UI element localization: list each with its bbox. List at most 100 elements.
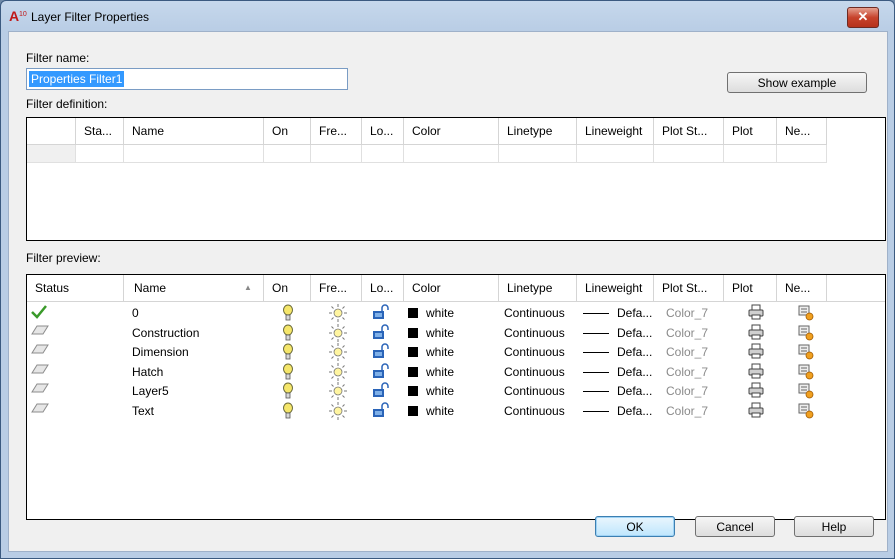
current-layer-check-icon[interactable] (31, 305, 47, 324)
layer-color[interactable]: white (408, 343, 454, 362)
close-button[interactable]: ✕ (847, 7, 879, 28)
def-col-plot[interactable]: Plot (724, 118, 777, 144)
layer-plot-style[interactable]: Color_7 (666, 304, 708, 323)
filter-preview-grid[interactable]: Status Name ▲ On Fre... Lo... Color Line… (26, 274, 886, 520)
layer-plot-style[interactable]: Color_7 (666, 363, 708, 382)
layer-color[interactable]: white (408, 363, 454, 382)
lightbulb-on-icon[interactable] (282, 402, 294, 421)
table-row[interactable]: Construction white Continuous Defa... Color_… (27, 323, 885, 344)
lightbulb-on-icon[interactable] (282, 304, 294, 323)
unlock-icon[interactable] (372, 304, 390, 323)
prev-col-linetype[interactable]: Linetype (499, 275, 577, 301)
layer-icon[interactable] (31, 403, 49, 422)
prev-col-plot-style[interactable]: Plot St... (654, 275, 724, 301)
def-cell-plot[interactable] (724, 145, 777, 163)
layer-name[interactable]: Dimension (132, 343, 189, 362)
new-vp-freeze-icon[interactable] (797, 343, 815, 362)
layer-linetype[interactable]: Continuous (504, 382, 565, 401)
unlock-icon[interactable] (372, 323, 390, 343)
lightbulb-on-icon[interactable] (282, 363, 294, 382)
def-col-name[interactable]: Name (124, 118, 264, 144)
def-col-new-vp-freeze[interactable]: Ne... (777, 118, 827, 144)
def-col-plot-style[interactable]: Plot St... (654, 118, 724, 144)
lightbulb-on-icon[interactable] (282, 343, 294, 362)
layer-linetype[interactable]: Continuous (504, 402, 565, 421)
unlock-icon[interactable] (372, 401, 390, 421)
layer-lineweight[interactable]: Defa... (577, 402, 652, 421)
def-col-on[interactable]: On (264, 118, 311, 144)
new-vp-freeze-icon[interactable] (797, 363, 815, 382)
printer-icon[interactable] (747, 343, 765, 362)
new-vp-freeze-icon[interactable] (797, 304, 815, 323)
layer-icon[interactable] (31, 344, 49, 363)
lightbulb-on-icon[interactable] (282, 382, 294, 401)
layer-icon[interactable] (31, 383, 49, 402)
layer-name[interactable]: 0 (132, 304, 139, 323)
layer-color[interactable]: white (408, 324, 454, 343)
prev-col-status[interactable]: Status (27, 275, 124, 301)
layer-linetype[interactable]: Continuous (504, 304, 565, 323)
layer-lineweight[interactable]: Defa... (577, 324, 652, 343)
table-row[interactable]: Dimension white Continuous Defa... Color_7 (27, 343, 885, 362)
printer-icon[interactable] (747, 402, 765, 421)
def-col-linetype[interactable]: Linetype (499, 118, 577, 144)
layer-linetype[interactable]: Continuous (504, 363, 565, 382)
def-col-lineweight[interactable]: Lineweight (577, 118, 654, 144)
layer-plot-style[interactable]: Color_7 (666, 382, 708, 401)
table-row[interactable]: Text white Continuous Defa... Color_7 (27, 401, 885, 422)
def-cell-status[interactable] (76, 145, 124, 163)
prev-col-freeze[interactable]: Fre... (311, 275, 362, 301)
layer-name[interactable]: Hatch (132, 363, 163, 382)
layer-name[interactable]: Layer5 (132, 382, 169, 401)
printer-icon[interactable] (747, 304, 765, 323)
layer-icon[interactable] (31, 325, 49, 344)
layer-plot-style[interactable]: Color_7 (666, 402, 708, 421)
def-cell-plot-style[interactable] (654, 145, 724, 163)
prev-col-name[interactable]: Name ▲ (124, 275, 264, 301)
layer-name[interactable]: Construction (132, 324, 199, 343)
prev-col-lock[interactable]: Lo... (362, 275, 404, 301)
def-col-color[interactable]: Color (404, 118, 499, 144)
table-row[interactable]: Layer5 white Continuous Defa... Color_7 (27, 382, 885, 401)
def-cell-freeze[interactable] (311, 145, 362, 163)
layer-color[interactable]: white (408, 304, 454, 323)
def-cell-on[interactable] (264, 145, 311, 163)
layer-lineweight[interactable]: Defa... (577, 343, 652, 362)
layer-name[interactable]: Text (132, 402, 154, 421)
layer-color[interactable]: white (408, 382, 454, 401)
thaw-sun-icon[interactable] (329, 382, 347, 401)
def-cell-lineweight[interactable] (577, 145, 654, 163)
layer-linetype[interactable]: Continuous (504, 343, 565, 362)
thaw-sun-icon[interactable] (329, 323, 347, 343)
def-row-header[interactable] (27, 145, 76, 163)
unlock-icon[interactable] (372, 382, 390, 401)
layer-plot-style[interactable]: Color_7 (666, 343, 708, 362)
thaw-sun-icon[interactable] (329, 343, 347, 362)
def-col-lock[interactable]: Lo... (362, 118, 404, 144)
prev-col-color[interactable]: Color (404, 275, 499, 301)
printer-icon[interactable] (747, 324, 765, 343)
printer-icon[interactable] (747, 363, 765, 382)
layer-lineweight[interactable]: Defa... (577, 304, 652, 323)
layer-color[interactable]: white (408, 402, 454, 421)
layer-lineweight[interactable]: Defa... (577, 382, 652, 401)
def-cell-new-vp-freeze[interactable] (777, 145, 827, 163)
new-vp-freeze-icon[interactable] (797, 382, 815, 401)
new-vp-freeze-icon[interactable] (797, 402, 815, 421)
def-col-freeze[interactable]: Fre... (311, 118, 362, 144)
ok-button[interactable]: OK (595, 516, 675, 537)
thaw-sun-icon[interactable] (329, 304, 347, 323)
table-row[interactable]: 0 white Continuous Defa... Color_7 (27, 304, 885, 323)
def-cell-lock[interactable] (362, 145, 404, 163)
layer-lineweight[interactable]: Defa... (577, 363, 652, 382)
def-cell-linetype[interactable] (499, 145, 577, 163)
def-cell-color[interactable] (404, 145, 499, 163)
thaw-sun-icon[interactable] (329, 362, 347, 382)
prev-col-on[interactable]: On (264, 275, 311, 301)
help-button[interactable]: Help (794, 516, 874, 537)
prev-col-lineweight[interactable]: Lineweight (577, 275, 654, 301)
show-example-button[interactable]: Show example (727, 72, 867, 93)
prev-col-new-vp-freeze[interactable]: Ne... (777, 275, 827, 301)
layer-linetype[interactable]: Continuous (504, 324, 565, 343)
def-cell-name[interactable] (124, 145, 264, 163)
